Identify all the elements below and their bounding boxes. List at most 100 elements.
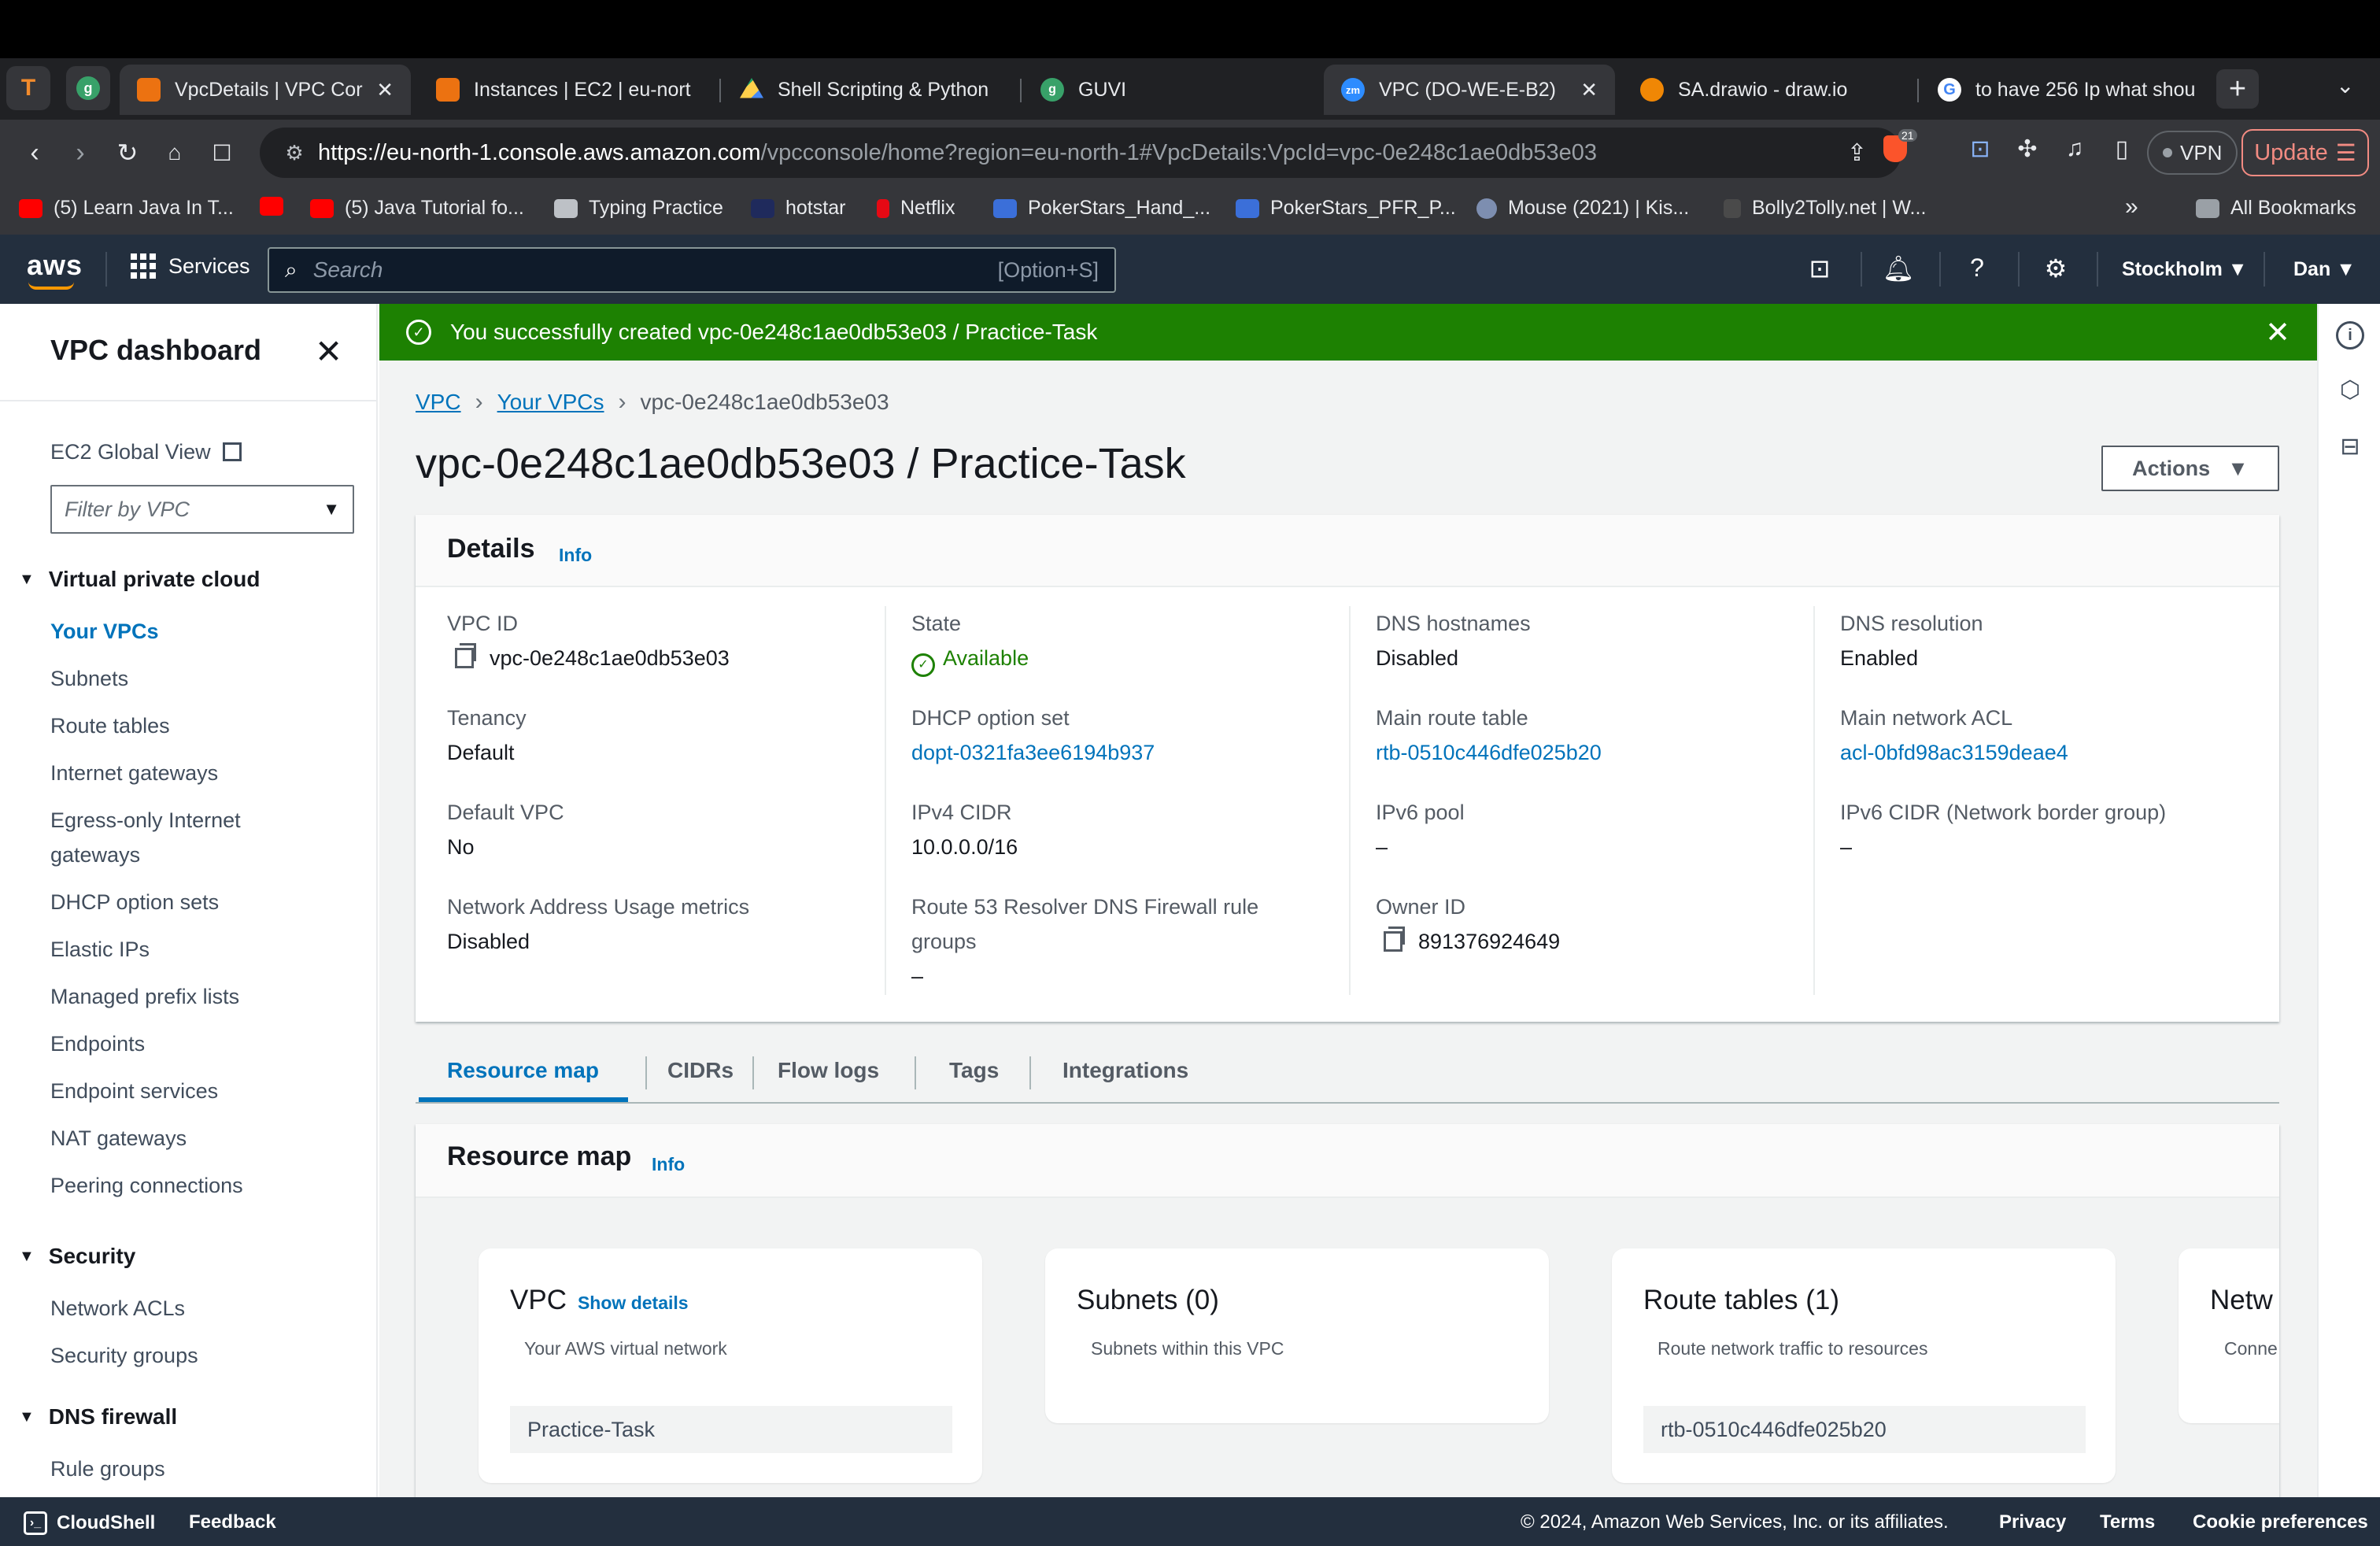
address-bar[interactable]: ⚙ https://eu-north-1.console.aws.amazon.… bbox=[260, 128, 1901, 178]
translate-icon[interactable]: ⊡ bbox=[1963, 135, 1998, 163]
copy-icon[interactable] bbox=[1384, 926, 1405, 952]
bookmarks-overflow-button[interactable]: » bbox=[2125, 194, 2138, 220]
tab-integrations[interactable]: Integrations bbox=[1062, 1058, 1188, 1083]
sidebar-item-internet-gateways[interactable]: Internet gateways bbox=[50, 756, 218, 790]
browser-tab[interactable]: VpcDetails | VPC Cor ✕ bbox=[120, 65, 411, 115]
bookmark-item[interactable] bbox=[260, 197, 294, 216]
cookie-preferences-link[interactable]: Cookie preferences bbox=[2193, 1511, 2368, 1533]
browser-tab[interactable]: Instances | EC2 | eu-nort bbox=[419, 65, 710, 115]
close-tab-icon[interactable]: ✕ bbox=[376, 78, 394, 102]
forward-icon[interactable]: › bbox=[61, 134, 99, 172]
sidebar-item-managed-prefix-lists[interactable]: Managed prefix lists bbox=[50, 979, 239, 1014]
sidebar-item-your-vpcs[interactable]: Your VPCs bbox=[50, 614, 159, 649]
share-icon[interactable]: ⇪ bbox=[1847, 139, 1867, 167]
actions-dropdown-button[interactable]: Actions ▼ bbox=[2101, 446, 2279, 491]
browser-tab[interactable]: Shell Scripting & Python bbox=[722, 65, 1014, 115]
site-settings-icon[interactable]: ⚙ bbox=[271, 141, 318, 165]
bookmark-item[interactable]: (5) Learn Java In T... bbox=[19, 197, 234, 220]
bookmark-item[interactable]: Typing Practice bbox=[554, 197, 723, 220]
media-icon[interactable]: ♫ bbox=[2057, 135, 2092, 162]
close-icon[interactable]: ✕ bbox=[315, 332, 342, 371]
sidebar-item-nat-gateways[interactable]: NAT gateways bbox=[50, 1121, 187, 1156]
browser-tab[interactable]: G to have 256 Ip what shou bbox=[1920, 65, 2212, 115]
bookmark-item[interactable]: (5) Java Tutorial fo... bbox=[310, 197, 524, 220]
copy-icon[interactable] bbox=[455, 643, 476, 668]
show-details-link[interactable]: Show details bbox=[578, 1293, 689, 1313]
sidebar-section-virtual-private-cloud[interactable]: ▼ Virtual private cloud bbox=[19, 567, 260, 592]
account-menu[interactable]: Dan ▼ bbox=[2293, 258, 2356, 281]
sidebar-item-egress-only-gateways[interactable]: Egress-only Internet bbox=[50, 803, 241, 838]
update-button[interactable]: Update ☰ bbox=[2241, 129, 2369, 176]
tab-tags[interactable]: Tags bbox=[949, 1058, 999, 1083]
url-text[interactable]: https://eu-north-1.console.aws.amazon.co… bbox=[318, 140, 1597, 166]
sidebar-item-network-acls[interactable]: Network ACLs bbox=[50, 1291, 185, 1326]
privacy-link[interactable]: Privacy bbox=[1999, 1511, 2066, 1533]
main-network-acl-link[interactable]: acl-0bfd98ac3159deae4 bbox=[1840, 735, 2265, 770]
bookmark-item[interactable]: Mouse (2021) | Kis... bbox=[1476, 197, 1689, 220]
breadcrumb-link-vpc[interactable]: VPC bbox=[416, 390, 461, 415]
sidebar-item-ec2-global-view[interactable]: EC2 Global View bbox=[50, 435, 242, 469]
sidebar-item-security-groups[interactable]: Security groups bbox=[50, 1338, 198, 1373]
sidebar-section-dns-firewall[interactable]: ▼ DNS firewall bbox=[19, 1404, 177, 1429]
brave-shields-icon[interactable]: 21 bbox=[1878, 129, 1917, 168]
tab-search-chevron-icon[interactable]: ⌄ bbox=[2336, 72, 2354, 98]
help-icon[interactable]: ? bbox=[1960, 253, 1994, 283]
browser-tab[interactable]: g GUVI bbox=[1023, 65, 1314, 115]
bookmark-icon[interactable]: ☐ bbox=[203, 134, 241, 172]
route-table-resource-node[interactable]: rtb-0510c446dfe025b20 bbox=[1643, 1406, 2086, 1453]
aws-search-input[interactable]: ⌕ Search [Option+S] bbox=[268, 247, 1116, 293]
bookmark-item[interactable]: Bolly2Tolly.net | W... bbox=[1724, 197, 1926, 220]
feedback-icon[interactable]: ⊟ bbox=[2336, 433, 2364, 461]
bookmark-item[interactable]: PokerStars_Hand_... bbox=[993, 197, 1210, 220]
dhcp-option-set-link[interactable]: dopt-0321fa3ee6194b937 bbox=[911, 735, 1336, 770]
sidebar-title[interactable]: VPC dashboard bbox=[50, 334, 261, 367]
bookmark-item[interactable]: Netflix bbox=[877, 197, 955, 220]
tab-resource-map[interactable]: Resource map bbox=[447, 1058, 599, 1083]
breadcrumb-link-your-vpcs[interactable]: Your VPCs bbox=[497, 390, 604, 415]
feedback-link[interactable]: Feedback bbox=[189, 1511, 276, 1533]
notifications-bell-icon[interactable]: 🔔︎ bbox=[1881, 253, 1916, 283]
sidebar-item-elastic-ips[interactable]: Elastic IPs bbox=[50, 932, 150, 967]
sidebar-icon[interactable]: ▯ bbox=[2105, 135, 2139, 163]
cloudshell-icon[interactable]: ⊡ bbox=[1802, 253, 1837, 283]
details-info-link[interactable]: Info bbox=[559, 545, 592, 566]
vpn-button[interactable]: VPN bbox=[2147, 131, 2238, 175]
filter-by-vpc-select[interactable]: Filter by VPC ▼ bbox=[50, 485, 354, 534]
sidebar-item-endpoint-services[interactable]: Endpoint services bbox=[50, 1074, 218, 1108]
resource-map-info-link[interactable]: Info bbox=[652, 1154, 685, 1175]
new-tab-button[interactable]: + bbox=[2216, 69, 2259, 109]
aws-logo[interactable]: aws bbox=[27, 249, 83, 290]
vpc-resource-node[interactable]: Practice-Task bbox=[510, 1406, 952, 1453]
tab-flow-logs[interactable]: Flow logs bbox=[778, 1058, 879, 1083]
sidebar-item-peering-connections[interactable]: Peering connections bbox=[50, 1168, 243, 1203]
browser-tab[interactable]: SA.drawio - draw.io bbox=[1623, 65, 1914, 115]
main-route-table-link[interactable]: rtb-0510c446dfe025b20 bbox=[1376, 735, 1801, 770]
sidebar-item-dhcp-option-sets[interactable]: DHCP option sets bbox=[50, 885, 219, 919]
pinned-tab[interactable]: T bbox=[6, 66, 50, 110]
sidebar-item-endpoints[interactable]: Endpoints bbox=[50, 1026, 145, 1061]
bookmark-item[interactable]: hotstar bbox=[751, 197, 845, 220]
region-selector[interactable]: Stockholm ▼ bbox=[2122, 258, 2248, 281]
sidebar-section-security[interactable]: ▼ Security bbox=[19, 1244, 135, 1269]
sidebar-item-subnets[interactable]: Subnets bbox=[50, 661, 128, 696]
home-icon[interactable]: ⌂ bbox=[156, 134, 194, 172]
info-panel-icon[interactable]: i bbox=[2336, 321, 2364, 350]
terms-link[interactable]: Terms bbox=[2100, 1511, 2155, 1533]
tab-cidrs[interactable]: CIDRs bbox=[667, 1058, 734, 1083]
extensions-icon[interactable]: ✣ bbox=[2010, 135, 2045, 163]
sidebar-item-rule-groups[interactable]: Rule groups bbox=[50, 1452, 165, 1486]
services-menu-button[interactable]: Services bbox=[131, 253, 250, 279]
cloudshell-button[interactable]: ›_ CloudShell bbox=[24, 1511, 155, 1535]
reload-icon[interactable]: ↻ bbox=[109, 134, 146, 172]
pinned-tab[interactable]: g bbox=[66, 66, 110, 110]
sidebar-item-route-tables[interactable]: Route tables bbox=[50, 708, 170, 743]
all-bookmarks-button[interactable]: All Bookmarks bbox=[2196, 197, 2356, 220]
back-icon[interactable]: ‹ bbox=[16, 134, 54, 172]
close-tab-icon[interactable]: ✕ bbox=[1580, 78, 1598, 102]
settings-hexagon-icon[interactable]: ⬡ bbox=[2336, 376, 2364, 405]
sidebar-item-egress-only-gateways[interactable]: gateways bbox=[50, 838, 140, 872]
browser-tab[interactable]: zm VPC (DO-WE-E-B2) ✕ bbox=[1324, 65, 1615, 115]
bookmark-item[interactable]: PokerStars_PFR_P... bbox=[1236, 197, 1456, 220]
dismiss-close-icon[interactable]: ✕ bbox=[2265, 315, 2290, 350]
settings-gear-icon[interactable]: ⚙ bbox=[2038, 253, 2073, 283]
